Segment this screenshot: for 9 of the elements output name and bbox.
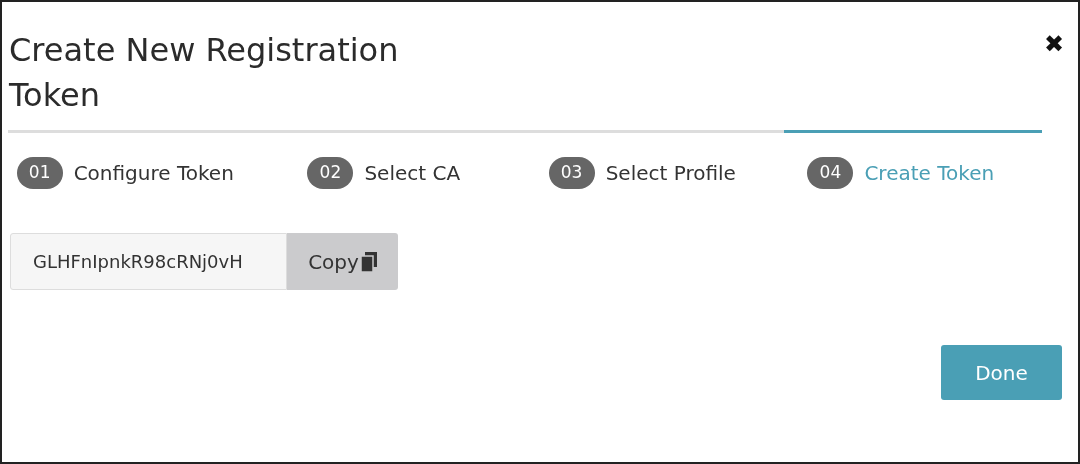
copy-button[interactable]: Copy xyxy=(287,233,398,290)
step-tab[interactable]: 03 Select Profile xyxy=(525,130,784,189)
copy-icon xyxy=(360,251,377,272)
dialog-title: Create New Registration Token xyxy=(9,30,400,116)
token-field[interactable]: GLHFnIpnkR98cRNj0vH xyxy=(10,233,287,290)
step-tab[interactable]: 01 Configure Token xyxy=(8,130,267,189)
close-button[interactable]: ✖ xyxy=(1043,32,1064,56)
step-tab[interactable]: 04 Create Token xyxy=(783,130,1042,189)
step-tab[interactable]: 02 Select CA xyxy=(266,130,525,189)
